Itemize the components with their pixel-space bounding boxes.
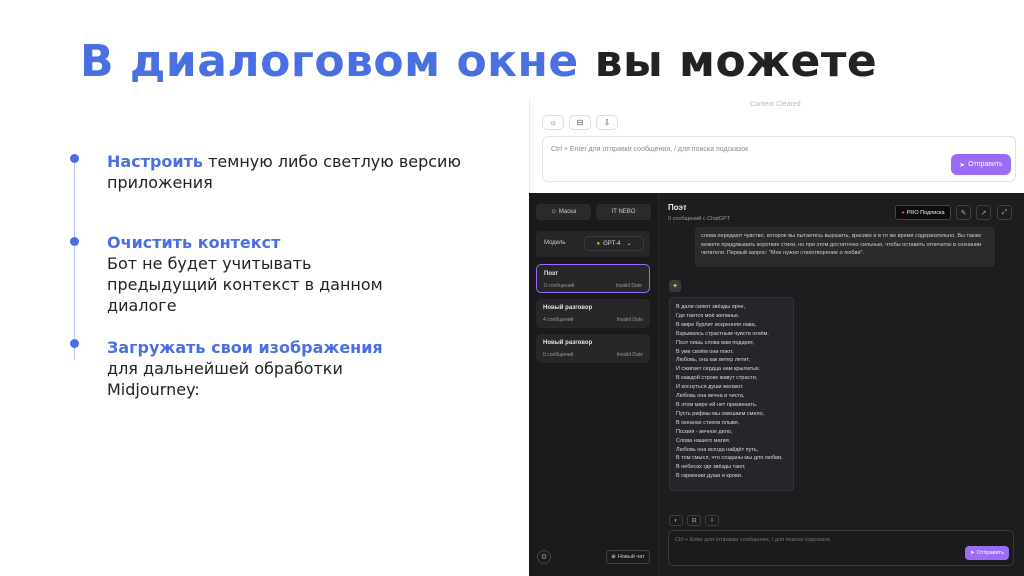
fullscreen-icon[interactable]: ⤢ bbox=[997, 205, 1012, 220]
send-icon: ➤ bbox=[970, 550, 975, 556]
bullet-context-strong: Очистить контекст bbox=[107, 233, 281, 252]
bot-avatar-icon: ✦ bbox=[669, 280, 681, 292]
mask-label: Маска bbox=[558, 209, 577, 215]
poem-line: В небесах где звёзды тают, bbox=[676, 464, 746, 471]
slide-title: В диалоговом окне вы можете bbox=[80, 36, 877, 87]
conversation-item[interactable]: Новый разговор 0 сообщений Invalid Date bbox=[536, 334, 650, 363]
mask-icon: ☺ bbox=[550, 209, 557, 215]
settings-gear-icon[interactable]: ⚙ bbox=[537, 550, 551, 564]
bullet-context-text: Бот не будет учитывать предыдущий контек… bbox=[107, 254, 383, 315]
conversation-count: 0 сообщений bbox=[543, 352, 574, 358]
conversation-name: Поэт bbox=[544, 271, 559, 277]
itnebo-label: IT NEBO bbox=[611, 209, 636, 215]
share-icon[interactable]: ↗ bbox=[976, 205, 991, 220]
model-label: Модель bbox=[544, 240, 566, 246]
poem-line: В мире бурлит искренняя лава, bbox=[676, 321, 757, 328]
upload-image-icon[interactable]: ⇩ bbox=[705, 515, 719, 526]
mask-button[interactable]: ☺ Маска bbox=[536, 204, 591, 220]
fire-icon: ● bbox=[901, 209, 905, 216]
new-chat-label: Новый чат bbox=[617, 554, 645, 560]
bot-message: В дали сияют звёзды ярче, Где таится моё … bbox=[669, 297, 794, 491]
plus-icon: ⊕ bbox=[611, 554, 616, 560]
timeline-line bbox=[74, 160, 75, 360]
clear-context-icon[interactable]: ⊟ bbox=[569, 115, 591, 130]
dark-send-label: Отправить bbox=[976, 550, 1004, 556]
dark-ui-screenshot: ☺ Маска IT NEBO Модель ● GPT-4 ⌄ Поэт 0 … bbox=[529, 193, 1024, 576]
conversation-item[interactable]: Поэт 0 сообщений Invalid Date bbox=[536, 264, 650, 293]
conversation-name: Новый разговор bbox=[543, 340, 593, 346]
title-highlight: В диалоговом окне bbox=[80, 36, 579, 87]
poem-line: Любовь, она как ветер летит, bbox=[676, 357, 750, 364]
user-message: слова передают чувство, которое вы пытае… bbox=[695, 227, 995, 267]
conversation-count: 0 сообщений bbox=[544, 283, 575, 289]
conversation-item[interactable]: Новый разговор 4 сообщений Invalid Date bbox=[536, 299, 650, 328]
conversation-count: 4 сообщений bbox=[543, 317, 574, 323]
light-toolbar: ☼ ⊟ ⇩ bbox=[542, 115, 618, 130]
bullet-dot bbox=[70, 237, 79, 246]
theme-toggle-icon[interactable]: ☼ bbox=[542, 115, 564, 130]
bullet-theme-strong: Настроить bbox=[107, 152, 203, 171]
bullet-images-strong: Загружать свои изображения bbox=[107, 338, 383, 357]
send-icon: ➤ bbox=[959, 161, 966, 169]
poem-line: И коснуться души желают. bbox=[676, 384, 744, 391]
new-chat-button[interactable]: ⊕ Новый чат bbox=[606, 550, 650, 564]
light-send-button[interactable]: ➤ Отправить bbox=[951, 154, 1011, 175]
bullet-dot bbox=[70, 339, 79, 348]
poem-line: Поэт пишь слова вам подарит, bbox=[676, 339, 755, 346]
poem-line: И сжигает сердца нам крылатых. bbox=[676, 366, 761, 373]
conversation-date: Invalid Date bbox=[616, 317, 643, 323]
chevron-down-icon: ⌄ bbox=[626, 241, 632, 247]
pro-subscription-button[interactable]: ● PRO Подписка bbox=[895, 205, 951, 220]
itnebo-button[interactable]: IT NEBO bbox=[596, 204, 651, 220]
poem-line: Слова нашего магия. bbox=[676, 437, 731, 444]
theme-toggle-icon[interactable]: ◐ bbox=[669, 515, 683, 526]
dark-sidebar: ☺ Маска IT NEBO Модель ● GPT-4 ⌄ Поэт 0 … bbox=[529, 193, 659, 576]
dark-message-input[interactable]: Ctrl + Enter для отправки сообщения, / д… bbox=[668, 530, 1014, 566]
model-icon: ● bbox=[596, 240, 601, 247]
model-value: GPT-4 bbox=[603, 240, 621, 247]
model-selector: Модель ● GPT-4 ⌄ bbox=[536, 231, 650, 257]
poem-line: Где таится моё желанье. bbox=[676, 312, 740, 319]
model-select[interactable]: ● GPT-4 ⌄ bbox=[584, 236, 644, 251]
poem-line: Любовь она всегда найдёт путь, bbox=[676, 446, 759, 453]
poem-line: В том смысл, что созданы мы для любви, bbox=[676, 455, 783, 462]
bullet-context: Очистить контекст Бот не будет учитывать… bbox=[107, 232, 507, 316]
context-cleared-label: Context Cleared bbox=[750, 101, 801, 108]
chat-title: Поэт bbox=[668, 203, 687, 212]
bullet-images-text: для дальнейшей обработки Midjourney: bbox=[107, 359, 343, 399]
light-input-placeholder: Ctrl + Enter для отправки сообщения, / д… bbox=[551, 146, 749, 153]
edit-icon[interactable]: ✎ bbox=[956, 205, 971, 220]
clear-context-icon[interactable]: ⊟ bbox=[687, 515, 701, 526]
light-message-input[interactable]: Ctrl + Enter для отправки сообщения, / д… bbox=[542, 136, 1016, 182]
conversation-date: Invalid Date bbox=[616, 352, 643, 358]
upload-image-icon[interactable]: ⇩ bbox=[596, 115, 618, 130]
light-ui-screenshot: Context Cleared ☼ ⊟ ⇩ Ctrl + Enter для о… bbox=[529, 98, 1024, 192]
poem-line: В гармонии души и крови. bbox=[676, 473, 743, 480]
poem-line: Поэзия - вечное дело, bbox=[676, 428, 733, 435]
conversation-date: Invalid Date bbox=[615, 283, 642, 289]
conversation-name: Новый разговор bbox=[543, 305, 593, 311]
dark-toolbar: ◐ ⊟ ⇩ bbox=[669, 515, 719, 526]
poem-line: Взрываясь страстным чувств огнём. bbox=[676, 330, 769, 337]
poem-line: В каждой строке живут страсти, bbox=[676, 375, 758, 382]
bullet-images: Загружать свои изображения для дальнейше… bbox=[107, 337, 507, 400]
dark-input-placeholder: Ctrl + Enter для отправки сообщения, / д… bbox=[675, 537, 830, 543]
poem-line: В океанах стихов плывя, bbox=[676, 419, 740, 426]
poem-line: В уме своём они поют. bbox=[676, 348, 734, 355]
bullet-theme: Настроить темную либо светлую версию при… bbox=[107, 151, 507, 193]
light-send-label: Отправить bbox=[968, 161, 1003, 168]
poem-line: Пусть рифмы мы смешаем смело, bbox=[676, 410, 765, 417]
poem-line: Любовь она вечна и чиста, bbox=[676, 393, 745, 400]
poem-line: В дали сияют звёзды ярче, bbox=[676, 304, 746, 310]
title-rest: вы можете bbox=[594, 36, 878, 87]
dark-send-button[interactable]: ➤ Отправить bbox=[965, 546, 1009, 560]
poem-line: В этом мире ей нет призвенить. bbox=[676, 401, 758, 408]
bullet-dot bbox=[70, 154, 79, 163]
chat-subtitle: 0 сообщений с ChatGPT bbox=[668, 216, 731, 222]
pro-label: PRO Подписка bbox=[906, 209, 945, 216]
